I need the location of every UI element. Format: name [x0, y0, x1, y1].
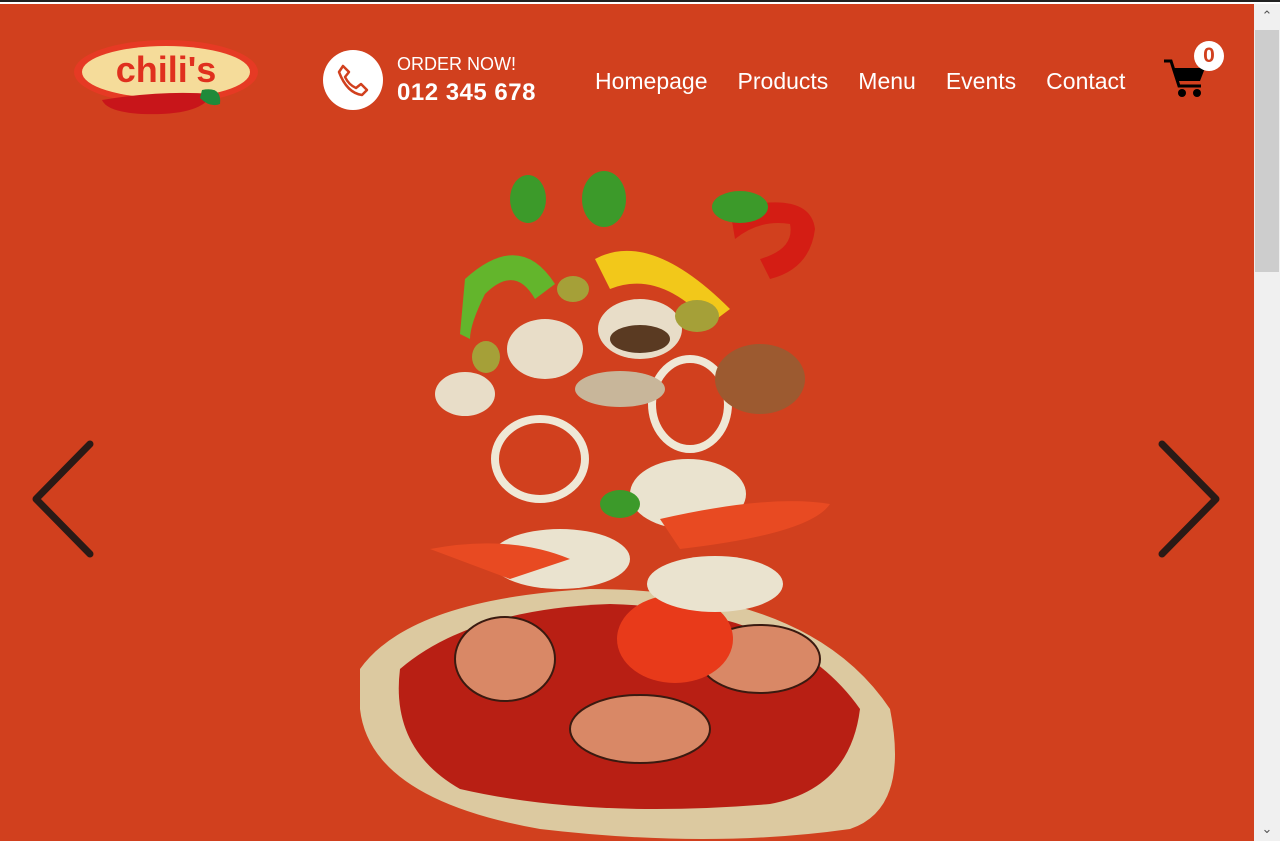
vertical-scrollbar[interactable]: ⌃ ⌄ [1254, 4, 1280, 841]
svg-text:chili's: chili's [116, 49, 217, 90]
scroll-up-icon[interactable]: ⌃ [1254, 4, 1280, 28]
nav-events[interactable]: Events [946, 68, 1016, 95]
phone-icon[interactable] [323, 50, 383, 110]
order-now-label: ORDER NOW! [397, 54, 516, 74]
next-slide-arrow-icon[interactable] [1158, 440, 1222, 558]
nav-menu[interactable]: Menu [858, 68, 916, 95]
main-nav: Homepage Products Menu Events Contact [595, 68, 1125, 95]
nav-homepage[interactable]: Homepage [595, 68, 708, 95]
order-now: ORDER NOW! 012 345 678 [397, 54, 536, 107]
flying-pizza-image [360, 171, 895, 839]
hero-page: chili's ORDER NOW! 012 345 678 Homepage … [0, 4, 1254, 841]
scrollbar-thumb[interactable] [1255, 30, 1279, 272]
chilis-logo[interactable]: chili's [72, 38, 260, 120]
nav-products[interactable]: Products [738, 68, 829, 95]
prev-slide-arrow-icon[interactable] [30, 440, 94, 558]
scroll-down-icon[interactable]: ⌄ [1254, 817, 1280, 841]
cart-count-badge: 0 [1194, 41, 1224, 71]
order-phone-number[interactable]: 012 345 678 [397, 79, 536, 107]
nav-contact[interactable]: Contact [1046, 68, 1125, 95]
